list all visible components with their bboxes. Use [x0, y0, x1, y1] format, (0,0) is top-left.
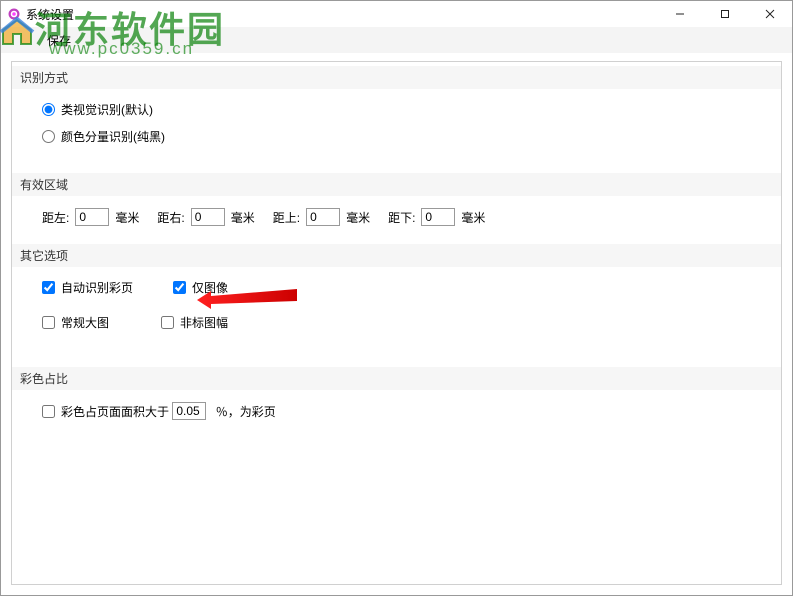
section-header-recognition: 识别方式 — [12, 66, 781, 89]
top-label: 距上: — [273, 209, 300, 226]
section-header-ratio: 彩色占比 — [12, 367, 781, 390]
right-label: 距右: — [157, 209, 184, 226]
label-auto-color: 自动识别彩页 — [61, 279, 133, 296]
section-header-other: 其它选项 — [12, 244, 781, 267]
ratio-prefix: 彩色占页面面积大于 — [61, 403, 169, 420]
checkbox-auto-color[interactable] — [42, 281, 55, 294]
toolbar: 保存 — [1, 27, 792, 53]
window-controls — [657, 1, 792, 27]
right-input[interactable] — [191, 208, 225, 226]
maximize-button[interactable] — [702, 1, 747, 27]
minimize-button[interactable] — [657, 1, 702, 27]
bottom-input[interactable] — [421, 208, 455, 226]
label-image-only: 仅图像 — [192, 279, 228, 296]
ratio-suffix: ％，为彩页 — [216, 403, 276, 420]
bottom-unit: 毫米 — [461, 209, 485, 226]
app-icon — [7, 7, 21, 21]
section-header-region: 有效区域 — [12, 173, 781, 196]
right-unit: 毫米 — [231, 209, 255, 226]
radio-color-label: 颜色分量识别(纯黑) — [61, 128, 165, 145]
checkbox-image-only[interactable] — [173, 281, 186, 294]
radio-color[interactable] — [42, 130, 55, 143]
titlebar: 系统设置 — [1, 1, 792, 27]
bottom-label: 距下: — [388, 209, 415, 226]
window-title: 系统设置 — [26, 6, 74, 23]
radio-visual[interactable] — [42, 103, 55, 116]
save-button[interactable]: 保存 — [41, 30, 77, 51]
top-input[interactable] — [306, 208, 340, 226]
radio-visual-label: 类视觉识别(默认) — [61, 101, 153, 118]
checkbox-nonstd-frame[interactable] — [161, 316, 174, 329]
left-input[interactable] — [75, 208, 109, 226]
checkbox-regular-big[interactable] — [42, 316, 55, 329]
ratio-input[interactable] — [172, 402, 206, 420]
close-button[interactable] — [747, 1, 792, 27]
top-unit: 毫米 — [346, 209, 370, 226]
label-nonstd-frame: 非标图幅 — [180, 314, 228, 331]
content-pane: 识别方式 类视觉识别(默认) 颜色分量识别(纯黑) 有效区域 距左: 毫米 距右… — [11, 61, 782, 585]
left-unit: 毫米 — [115, 209, 139, 226]
label-regular-big: 常规大图 — [61, 314, 109, 331]
left-label: 距左: — [42, 209, 69, 226]
checkbox-ratio[interactable] — [42, 405, 55, 418]
